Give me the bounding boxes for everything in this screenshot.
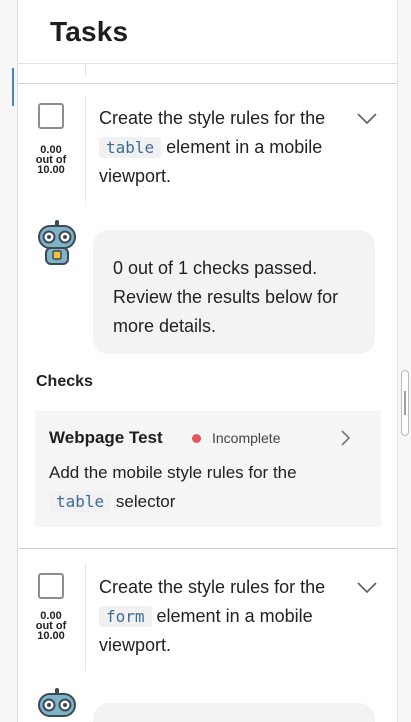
tasks-panel: Tasks 0.00 out of 10.00 Create the style…	[17, 0, 397, 722]
status-dot	[192, 434, 201, 443]
feedback-bubble: 0 out of 1 checks passed. Review the res…	[93, 230, 375, 354]
task-description: Create the style rules for the form elem…	[99, 573, 335, 660]
chevron-right-icon	[341, 430, 351, 446]
code-snippet: table	[99, 137, 162, 158]
score-max: 10.00	[37, 630, 65, 642]
code-snippet: table	[49, 491, 112, 512]
description-text: selector	[111, 492, 176, 511]
active-indicator	[12, 68, 14, 106]
scrollbar-thumb[interactable]	[401, 370, 409, 436]
status-badge: Incomplete	[212, 430, 281, 446]
task-score: 0.00 out of 10.00	[30, 145, 72, 176]
divider	[85, 96, 86, 202]
description-text: Create the style rules for the	[99, 108, 326, 128]
page-title: Tasks	[50, 16, 129, 47]
description-text: Create the style rules for the	[99, 577, 326, 597]
checks-heading: Checks	[36, 373, 93, 390]
check-description: Add the mobile style rules for the table…	[49, 458, 339, 516]
tasks-header: Tasks	[18, 0, 397, 64]
robot-avatar-icon	[38, 688, 76, 717]
task-description: Create the style rules for the table ele…	[99, 104, 335, 191]
scroll-grip	[404, 391, 406, 415]
scrollbar[interactable]	[397, 0, 411, 722]
task-checkbox[interactable]	[38, 103, 64, 129]
description-text: Add the mobile style rules for the	[49, 463, 297, 482]
chevron-down-icon[interactable]	[356, 581, 378, 595]
left-gutter	[0, 0, 17, 722]
task-item: 0.00 out of 10.00 Create the style rules…	[18, 84, 397, 549]
chevron-down-icon[interactable]	[356, 112, 378, 126]
divider	[85, 64, 86, 76]
previous-task-stub	[18, 64, 397, 84]
check-card[interactable]: Webpage Test Incomplete Add the mobile s…	[35, 411, 381, 527]
task-score: 0.00 out of 10.00	[30, 611, 72, 642]
check-title: Webpage Test	[49, 428, 163, 447]
score-max: 10.00	[37, 164, 65, 176]
feedback-text: 0 out of 1 checks passed. Review the res…	[113, 258, 339, 336]
divider	[85, 563, 86, 671]
task-item: 0.00 out of 10.00 Create the style rules…	[18, 549, 397, 722]
task-checkbox[interactable]	[38, 573, 64, 599]
robot-avatar-icon	[38, 220, 76, 265]
code-snippet: form	[99, 606, 152, 627]
feedback-bubble	[93, 703, 375, 722]
